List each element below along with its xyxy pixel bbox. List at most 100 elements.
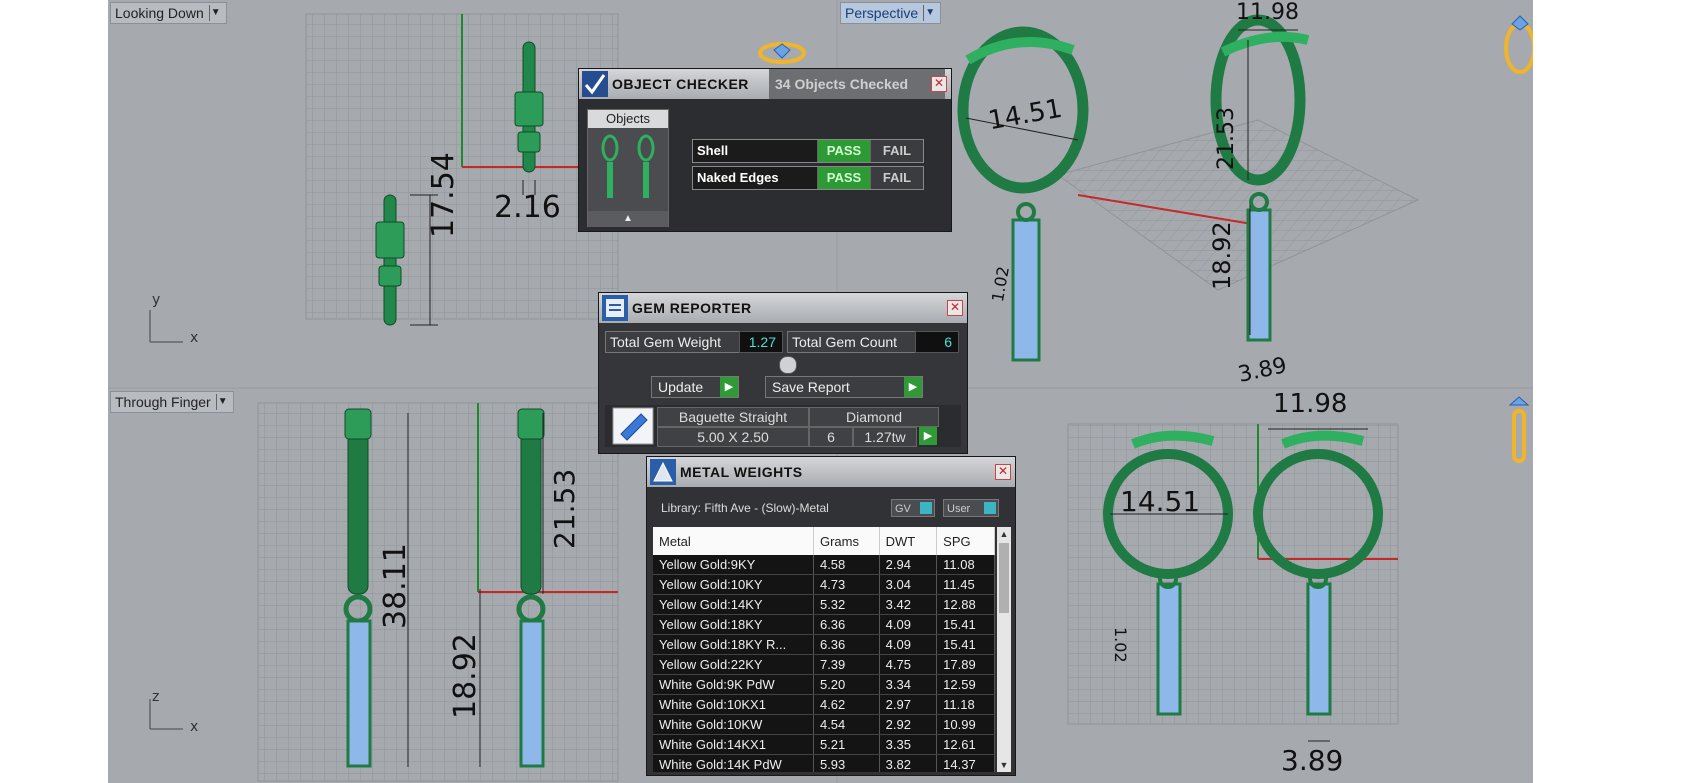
table-row[interactable]: White Gold:10KW 4.54 2.92 10.99 <box>653 714 995 735</box>
dimension-label: 21.53 <box>548 468 581 549</box>
gem-weight: 1.27tw <box>853 427 917 447</box>
gv-toggle[interactable]: GV <box>891 499 935 517</box>
scroll-up-arrow-icon[interactable]: ▲ <box>588 211 668 227</box>
scroll-up-arrow-icon[interactable]: ▲ <box>997 527 1011 541</box>
scroll-down-arrow-icon[interactable]: ▼ <box>997 758 1011 772</box>
scrollbar-thumb[interactable] <box>999 543 1009 613</box>
dimension-label: 2.16 <box>494 190 561 225</box>
spg-value: 11.18 <box>936 694 995 715</box>
viewport-title-through-finger[interactable]: Through Finger ▼ <box>110 391 234 413</box>
grams-value: 6.36 <box>813 634 880 655</box>
metal-name: Yellow Gold:10KY <box>653 574 814 595</box>
table-row[interactable]: White Gold:14K PdW 5.93 3.82 14.37 <box>653 754 995 772</box>
user-toggle-label: User <box>947 503 971 515</box>
metal-name: Yellow Gold:18KY <box>653 614 814 635</box>
baguette-gem-icon <box>612 407 654 445</box>
dimension-label: 17.54 <box>426 152 461 238</box>
dimension-label: 14.51 <box>1120 485 1201 518</box>
chevron-down-icon[interactable]: ▼ <box>215 394 229 410</box>
check-label: Shell <box>693 140 817 162</box>
metal-name: White Gold:9K PdW <box>653 674 814 695</box>
gem-reporter-titlebar[interactable]: GEM REPORTER ✕ <box>599 293 967 323</box>
earring-view-icon[interactable] <box>1508 396 1530 463</box>
close-icon[interactable]: ✕ <box>995 464 1011 480</box>
dimension-label: 11.98 <box>1236 0 1299 25</box>
gem-detail-button[interactable]: ▶ <box>919 427 937 445</box>
column-header[interactable]: Metal <box>653 527 814 555</box>
close-icon[interactable]: ✕ <box>947 300 963 316</box>
spg-value: 11.45 <box>936 574 995 595</box>
chevron-down-icon[interactable]: ▼ <box>923 5 936 21</box>
fail-button[interactable]: FAIL <box>870 167 923 189</box>
table-row[interactable]: Yellow Gold:10KY 4.73 3.04 11.45 <box>653 574 995 595</box>
fail-button[interactable]: FAIL <box>870 140 923 162</box>
viewport-title-perspective[interactable]: Perspective ▼ <box>840 2 942 24</box>
dwt-value: 3.35 <box>879 734 938 755</box>
table-row[interactable]: Yellow Gold:9KY 4.58 2.94 11.08 <box>653 555 995 575</box>
table-row[interactable]: Yellow Gold:18KY R... 6.36 4.09 15.41 <box>653 634 995 655</box>
grams-value: 4.62 <box>813 694 880 715</box>
dwt-value: 2.97 <box>879 694 938 715</box>
spg-value: 10.99 <box>936 714 995 735</box>
metal-name: Yellow Gold:14KY <box>653 594 814 615</box>
gem-entry[interactable]: Baguette Straight Diamond 5.00 X 2.50 6 … <box>605 405 961 447</box>
total-gem-weight-value: 1.27 <box>739 331 783 353</box>
check-row-naked-edges: Naked Edges PASS FAIL <box>692 166 924 190</box>
grams-value: 5.32 <box>813 594 880 615</box>
dimension-label: 38.11 <box>378 543 413 629</box>
metal-name: Yellow Gold:22KY <box>653 654 814 675</box>
earring-perspective <box>957 26 1089 362</box>
ring-view-icon[interactable] <box>1504 15 1533 74</box>
grams-value: 4.58 <box>813 555 880 575</box>
pass-button[interactable]: PASS <box>817 140 870 162</box>
metal-weights-titlebar[interactable]: METAL WEIGHTS ✕ <box>647 457 1015 487</box>
dimension-label: 3.89 <box>1281 744 1344 777</box>
metal-name: White Gold:10KX1 <box>653 694 814 715</box>
table-row[interactable]: Yellow Gold:22KY 7.39 4.75 17.89 <box>653 654 995 675</box>
column-header[interactable]: SPG <box>936 527 995 555</box>
pass-button[interactable]: PASS <box>817 167 870 189</box>
dimension-label: 18.92 <box>448 633 483 719</box>
grams-value: 7.39 <box>813 654 880 675</box>
table-scrollbar[interactable]: ▲ ▼ <box>997 527 1011 772</box>
toggle-indicator-icon <box>920 502 932 514</box>
divider-handle[interactable] <box>779 356 797 374</box>
dwt-value: 3.42 <box>879 594 938 615</box>
table-row[interactable]: White Gold:14KX1 5.21 3.35 12.61 <box>653 734 995 755</box>
metal-table-container: Metal Grams DWT SPG Yellow Gold:9KY 4.58 2… <box>653 527 995 772</box>
ring-view-icon[interactable] <box>758 42 806 64</box>
dwt-value: 3.82 <box>879 754 938 772</box>
objects-preview[interactable]: Objects ▲ <box>587 109 669 227</box>
close-icon[interactable]: ✕ <box>931 76 947 92</box>
column-header[interactable]: DWT <box>879 527 938 555</box>
toggle-indicator-icon <box>984 502 996 514</box>
table-row[interactable]: Yellow Gold:18KY 6.36 4.09 15.41 <box>653 614 995 635</box>
spg-value: 15.41 <box>936 614 995 635</box>
spg-value: 12.88 <box>936 594 995 615</box>
save-report-button[interactable]: Save Report ▶ <box>765 376 923 398</box>
panel-title: GEM REPORTER <box>632 300 752 316</box>
dwt-value: 2.94 <box>879 555 938 575</box>
axis-x-label: x <box>190 330 199 346</box>
cad-application: 2.16 17.54 y x Looking Down ▼ 11.98 14.5… <box>108 0 1533 783</box>
dwt-value: 3.34 <box>879 674 938 695</box>
column-header[interactable]: Grams <box>813 527 880 555</box>
gem-material: Diamond <box>809 407 939 427</box>
table-row[interactable]: White Gold:9K PdW 5.20 3.34 12.59 <box>653 674 995 695</box>
earring-front-view <box>343 408 373 768</box>
table-row[interactable]: Yellow Gold:14KY 5.32 3.42 12.88 <box>653 594 995 615</box>
play-icon: ▶ <box>904 377 922 397</box>
axis-z-label: z <box>152 689 160 705</box>
spg-value: 17.89 <box>936 654 995 675</box>
table-row[interactable]: White Gold:10KX1 4.62 2.97 11.18 <box>653 694 995 715</box>
viewport-title-looking-down[interactable]: Looking Down ▼ <box>110 2 227 24</box>
update-button[interactable]: Update ▶ <box>651 376 739 398</box>
metal-weights-table: Metal Grams DWT SPG Yellow Gold:9KY 4.58 2… <box>653 527 995 772</box>
object-checker-titlebar[interactable]: OBJECT CHECKER 34 Objects Checked ✕ <box>579 69 951 99</box>
metal-name: Yellow Gold:18KY R... <box>653 634 814 655</box>
chevron-down-icon[interactable]: ▼ <box>208 5 222 21</box>
spg-value: 12.59 <box>936 674 995 695</box>
scale-icon <box>650 459 676 485</box>
panel-title: METAL WEIGHTS <box>680 464 803 480</box>
user-toggle[interactable]: User <box>943 499 999 517</box>
